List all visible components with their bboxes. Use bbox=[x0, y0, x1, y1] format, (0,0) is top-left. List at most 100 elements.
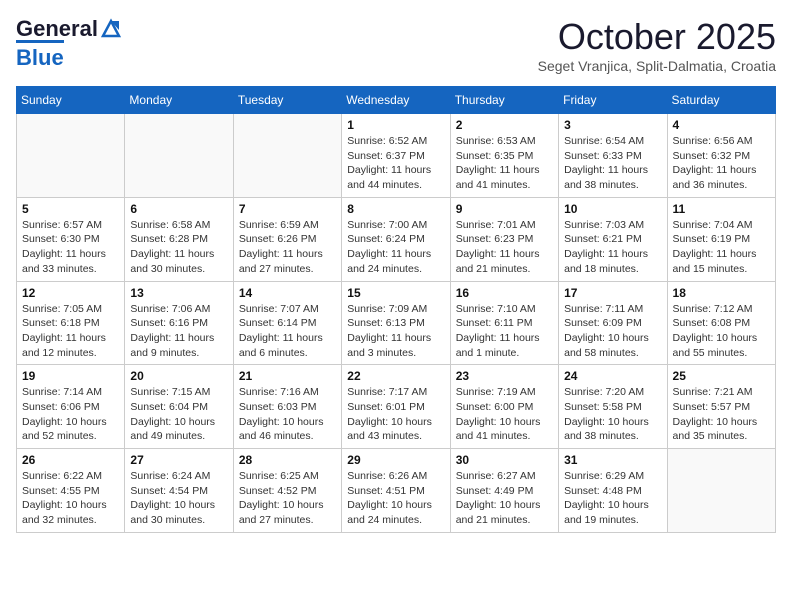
day-info: Sunrise: 6:29 AM Sunset: 4:48 PM Dayligh… bbox=[564, 469, 661, 528]
day-info: Sunrise: 6:52 AM Sunset: 6:37 PM Dayligh… bbox=[347, 134, 444, 193]
calendar-cell: 31 Sunrise: 6:29 AM Sunset: 4:48 PM Dayli… bbox=[559, 449, 667, 533]
calendar-cell bbox=[125, 114, 233, 198]
calendar-cell: 13 Sunrise: 7:06 AM Sunset: 6:16 PM Dayli… bbox=[125, 281, 233, 365]
weekday-header: Tuesday bbox=[233, 87, 341, 114]
day-number: 16 bbox=[456, 286, 553, 300]
calendar-cell: 23Sunrise: 7:19 AM Sunset: 6:00 PM Dayli… bbox=[450, 365, 558, 449]
month-title: October 2025 bbox=[538, 16, 776, 58]
day-info: Sunrise: 7:01 AM Sunset: 6:23 PM Dayligh… bbox=[456, 218, 553, 277]
day-info: Sunrise: 7:03 AM Sunset: 6:21 PM Dayligh… bbox=[564, 218, 661, 277]
day-info: Sunrise: 6:25 AM Sunset: 4:52 PM Dayligh… bbox=[239, 469, 336, 528]
calendar-cell: 26 Sunrise: 6:22 AM Sunset: 4:55 PM Dayli… bbox=[17, 449, 125, 533]
logo-flag-icon bbox=[100, 18, 122, 40]
day-number: 21 bbox=[239, 369, 336, 383]
day-info: Sunrise: 7:04 AM Sunset: 6:19 PM Dayligh… bbox=[673, 218, 770, 277]
day-number: 17 bbox=[564, 286, 661, 300]
day-info: Sunrise: 7:09 AM Sunset: 6:13 PM Dayligh… bbox=[347, 302, 444, 361]
calendar-cell: 18Sunrise: 7:12 AM Sunset: 6:08 PM Dayli… bbox=[667, 281, 775, 365]
day-info: Sunrise: 6:59 AM Sunset: 6:26 PM Dayligh… bbox=[239, 218, 336, 277]
day-number: 6 bbox=[130, 202, 227, 216]
day-info: Sunrise: 6:54 AM Sunset: 6:33 PM Dayligh… bbox=[564, 134, 661, 193]
day-info: Sunrise: 7:12 AM Sunset: 6:08 PM Dayligh… bbox=[673, 302, 770, 361]
weekday-header-row: SundayMondayTuesdayWednesdayThursdayFrid… bbox=[17, 87, 776, 114]
calendar-cell: 29 Sunrise: 6:26 AM Sunset: 4:51 PM Dayli… bbox=[342, 449, 450, 533]
calendar-cell bbox=[17, 114, 125, 198]
calendar-week-row: 12 Sunrise: 7:05 AM Sunset: 6:18 PM Dayli… bbox=[17, 281, 776, 365]
logo-blue-label: Blue bbox=[16, 40, 64, 71]
day-number: 28 bbox=[239, 453, 336, 467]
calendar-cell: 20Sunrise: 7:15 AM Sunset: 6:04 PM Dayli… bbox=[125, 365, 233, 449]
day-info: Sunrise: 6:24 AM Sunset: 4:54 PM Dayligh… bbox=[130, 469, 227, 528]
day-number: 27 bbox=[130, 453, 227, 467]
day-info: Sunrise: 7:19 AM Sunset: 6:00 PM Dayligh… bbox=[456, 385, 553, 444]
day-number: 26 bbox=[22, 453, 119, 467]
day-info: Sunrise: 6:27 AM Sunset: 4:49 PM Dayligh… bbox=[456, 469, 553, 528]
weekday-header: Sunday bbox=[17, 87, 125, 114]
day-number: 11 bbox=[673, 202, 770, 216]
calendar-cell: 10 Sunrise: 7:03 AM Sunset: 6:21 PM Dayli… bbox=[559, 197, 667, 281]
calendar-cell: 1 Sunrise: 6:52 AM Sunset: 6:37 PM Daylig… bbox=[342, 114, 450, 198]
day-number: 29 bbox=[347, 453, 444, 467]
logo-general: General bbox=[16, 16, 98, 42]
calendar-cell bbox=[233, 114, 341, 198]
day-number: 24 bbox=[564, 369, 661, 383]
day-info: Sunrise: 7:21 AM Sunset: 5:57 PM Dayligh… bbox=[673, 385, 770, 444]
day-info: Sunrise: 6:53 AM Sunset: 6:35 PM Dayligh… bbox=[456, 134, 553, 193]
day-info: Sunrise: 7:07 AM Sunset: 6:14 PM Dayligh… bbox=[239, 302, 336, 361]
day-info: Sunrise: 6:56 AM Sunset: 6:32 PM Dayligh… bbox=[673, 134, 770, 193]
day-info: Sunrise: 7:14 AM Sunset: 6:06 PM Dayligh… bbox=[22, 385, 119, 444]
weekday-header: Thursday bbox=[450, 87, 558, 114]
weekday-header: Wednesday bbox=[342, 87, 450, 114]
day-number: 7 bbox=[239, 202, 336, 216]
calendar-cell: 3 Sunrise: 6:54 AM Sunset: 6:33 PM Daylig… bbox=[559, 114, 667, 198]
calendar-cell: 5 Sunrise: 6:57 AM Sunset: 6:30 PM Daylig… bbox=[17, 197, 125, 281]
day-info: Sunrise: 7:06 AM Sunset: 6:16 PM Dayligh… bbox=[130, 302, 227, 361]
calendar-cell: 27 Sunrise: 6:24 AM Sunset: 4:54 PM Dayli… bbox=[125, 449, 233, 533]
day-number: 10 bbox=[564, 202, 661, 216]
day-info: Sunrise: 6:57 AM Sunset: 6:30 PM Dayligh… bbox=[22, 218, 119, 277]
day-info: Sunrise: 7:11 AM Sunset: 6:09 PM Dayligh… bbox=[564, 302, 661, 361]
weekday-header: Friday bbox=[559, 87, 667, 114]
calendar-week-row: 26 Sunrise: 6:22 AM Sunset: 4:55 PM Dayli… bbox=[17, 449, 776, 533]
location-title: Seget Vranjica, Split-Dalmatia, Croatia bbox=[538, 58, 776, 74]
day-info: Sunrise: 7:10 AM Sunset: 6:11 PM Dayligh… bbox=[456, 302, 553, 361]
calendar-cell: 16 Sunrise: 7:10 AM Sunset: 6:11 PM Dayli… bbox=[450, 281, 558, 365]
day-number: 12 bbox=[22, 286, 119, 300]
calendar-cell: 17 Sunrise: 7:11 AM Sunset: 6:09 PM Dayli… bbox=[559, 281, 667, 365]
calendar-cell: 24Sunrise: 7:20 AM Sunset: 5:58 PM Dayli… bbox=[559, 365, 667, 449]
day-number: 31 bbox=[564, 453, 661, 467]
day-number: 13 bbox=[130, 286, 227, 300]
day-number: 1 bbox=[347, 118, 444, 132]
calendar-cell: 12 Sunrise: 7:05 AM Sunset: 6:18 PM Dayli… bbox=[17, 281, 125, 365]
calendar-cell: 6Sunrise: 6:58 AM Sunset: 6:28 PM Daylig… bbox=[125, 197, 233, 281]
calendar-week-row: 1 Sunrise: 6:52 AM Sunset: 6:37 PM Daylig… bbox=[17, 114, 776, 198]
calendar-cell: 22Sunrise: 7:17 AM Sunset: 6:01 PM Dayli… bbox=[342, 365, 450, 449]
calendar-cell: 25 Sunrise: 7:21 AM Sunset: 5:57 PM Dayli… bbox=[667, 365, 775, 449]
day-number: 8 bbox=[347, 202, 444, 216]
title-section: October 2025 Seget Vranjica, Split-Dalma… bbox=[538, 16, 776, 74]
day-number: 3 bbox=[564, 118, 661, 132]
weekday-header: Saturday bbox=[667, 87, 775, 114]
day-info: Sunrise: 7:05 AM Sunset: 6:18 PM Dayligh… bbox=[22, 302, 119, 361]
day-number: 4 bbox=[673, 118, 770, 132]
day-info: Sunrise: 7:17 AM Sunset: 6:01 PM Dayligh… bbox=[347, 385, 444, 444]
day-number: 5 bbox=[22, 202, 119, 216]
day-number: 19 bbox=[22, 369, 119, 383]
day-number: 20 bbox=[130, 369, 227, 383]
day-number: 25 bbox=[673, 369, 770, 383]
calendar-cell: 14Sunrise: 7:07 AM Sunset: 6:14 PM Dayli… bbox=[233, 281, 341, 365]
day-info: Sunrise: 6:22 AM Sunset: 4:55 PM Dayligh… bbox=[22, 469, 119, 528]
day-info: Sunrise: 7:00 AM Sunset: 6:24 PM Dayligh… bbox=[347, 218, 444, 277]
calendar-cell: 9 Sunrise: 7:01 AM Sunset: 6:23 PM Daylig… bbox=[450, 197, 558, 281]
day-number: 9 bbox=[456, 202, 553, 216]
calendar-week-row: 19 Sunrise: 7:14 AM Sunset: 6:06 PM Dayli… bbox=[17, 365, 776, 449]
day-number: 30 bbox=[456, 453, 553, 467]
day-info: Sunrise: 6:26 AM Sunset: 4:51 PM Dayligh… bbox=[347, 469, 444, 528]
day-number: 15 bbox=[347, 286, 444, 300]
calendar-cell: 21 Sunrise: 7:16 AM Sunset: 6:03 PM Dayli… bbox=[233, 365, 341, 449]
calendar-cell: 7 Sunrise: 6:59 AM Sunset: 6:26 PM Daylig… bbox=[233, 197, 341, 281]
calendar-cell: 15 Sunrise: 7:09 AM Sunset: 6:13 PM Dayli… bbox=[342, 281, 450, 365]
calendar-cell bbox=[667, 449, 775, 533]
day-info: Sunrise: 7:16 AM Sunset: 6:03 PM Dayligh… bbox=[239, 385, 336, 444]
calendar-week-row: 5 Sunrise: 6:57 AM Sunset: 6:30 PM Daylig… bbox=[17, 197, 776, 281]
